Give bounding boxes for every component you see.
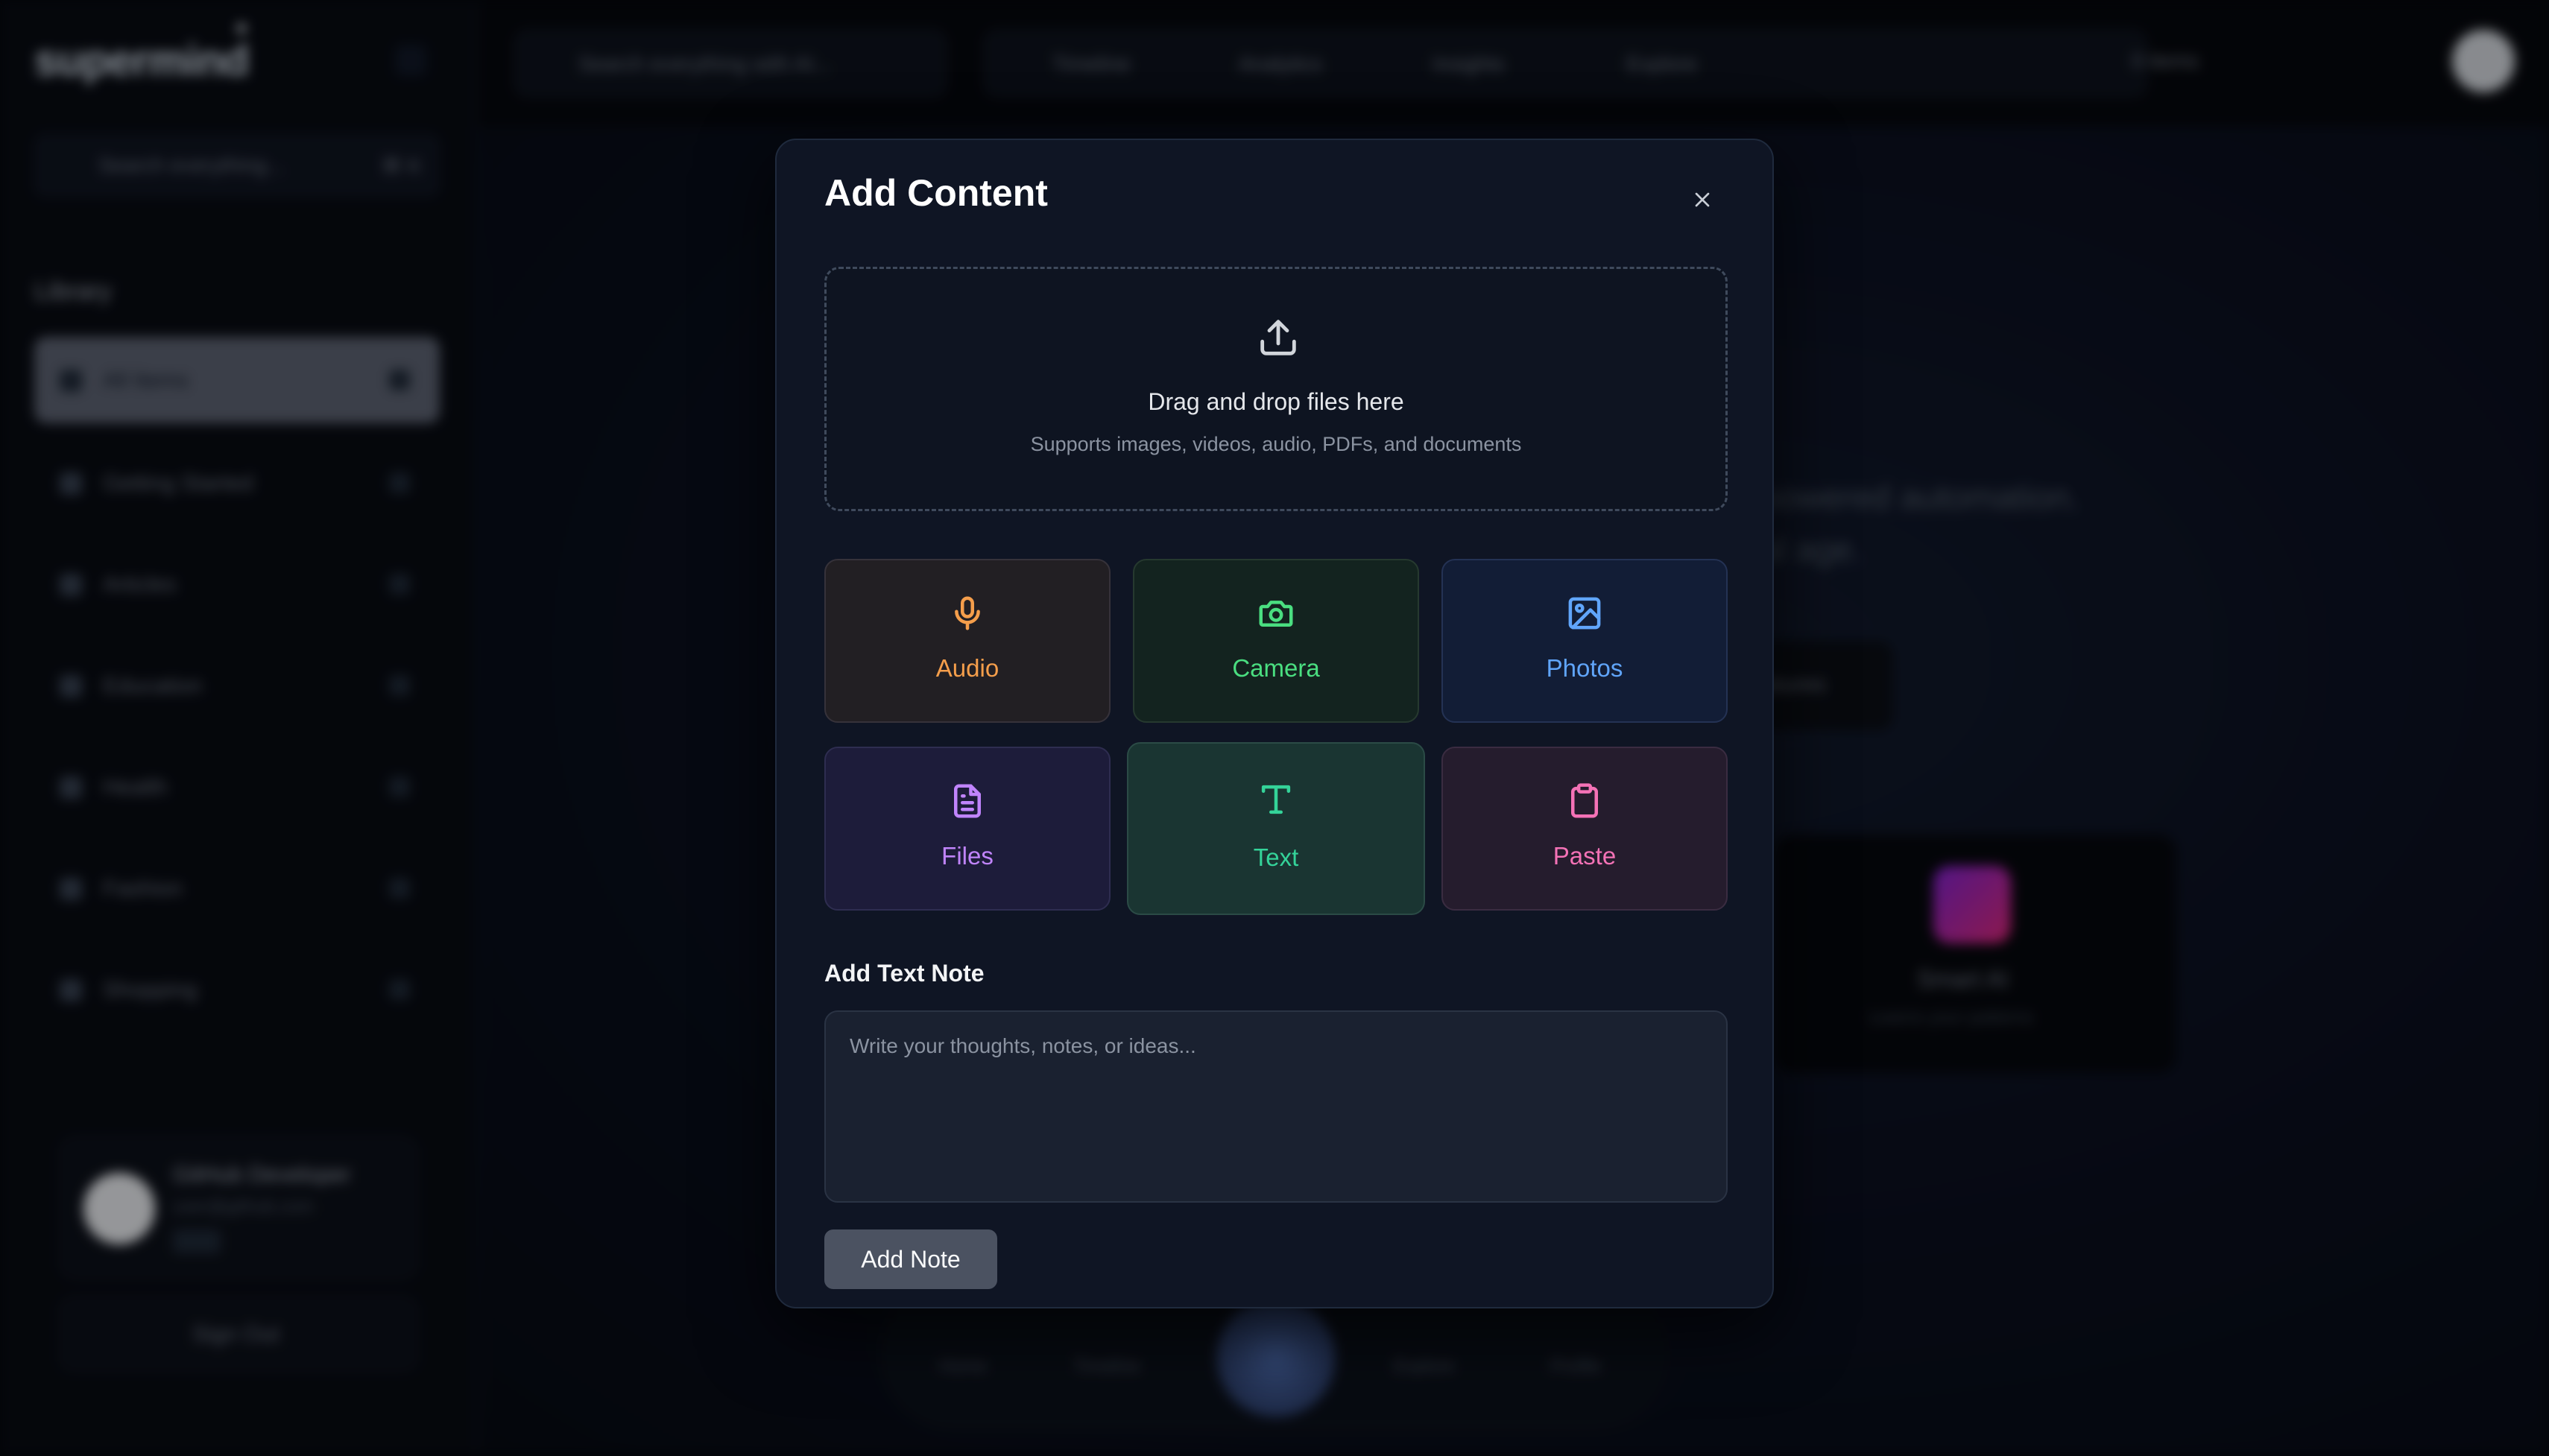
camera-tile-button[interactable]: Camera	[1133, 559, 1419, 723]
photos-tile-label: Photos	[1546, 654, 1623, 682]
add-content-modal: Add Content Drag and drop files here Sup…	[775, 139, 1774, 1308]
note-label: Add Text Note	[824, 960, 985, 987]
file-text-icon	[954, 784, 981, 818]
audio-tile-button[interactable]: Audio	[824, 559, 1111, 723]
file-dropzone[interactable]: Drag and drop files here Supports images…	[824, 267, 1728, 511]
dropzone-subtitle: Supports images, videos, audio, PDFs, an…	[1030, 433, 1522, 455]
modal-title: Add Content	[824, 172, 1048, 214]
clipboard-icon	[1571, 783, 1598, 818]
text-note-input[interactable]	[824, 1010, 1728, 1203]
close-icon	[1695, 192, 1710, 207]
camera-icon	[1259, 601, 1293, 627]
paste-tile-label: Paste	[1553, 842, 1617, 870]
text-tile-button[interactable]: Text	[1127, 742, 1425, 915]
microphone-icon	[955, 596, 980, 630]
dropzone-title: Drag and drop files here	[1148, 388, 1404, 415]
upload-icon	[1260, 320, 1296, 355]
text-tile-label: Text	[1253, 843, 1299, 871]
image-icon	[1568, 597, 1601, 630]
paste-tile-button[interactable]: Paste	[1441, 747, 1728, 911]
camera-tile-label: Camera	[1232, 654, 1320, 682]
files-tile-label: Files	[941, 842, 994, 870]
photos-tile-button[interactable]: Photos	[1441, 559, 1728, 723]
files-tile-button[interactable]: Files	[824, 747, 1111, 911]
audio-tile-label: Audio	[935, 654, 999, 682]
add-note-button[interactable]: Add Note	[824, 1229, 997, 1289]
type-icon	[1261, 785, 1291, 814]
close-button[interactable]	[1677, 174, 1728, 225]
